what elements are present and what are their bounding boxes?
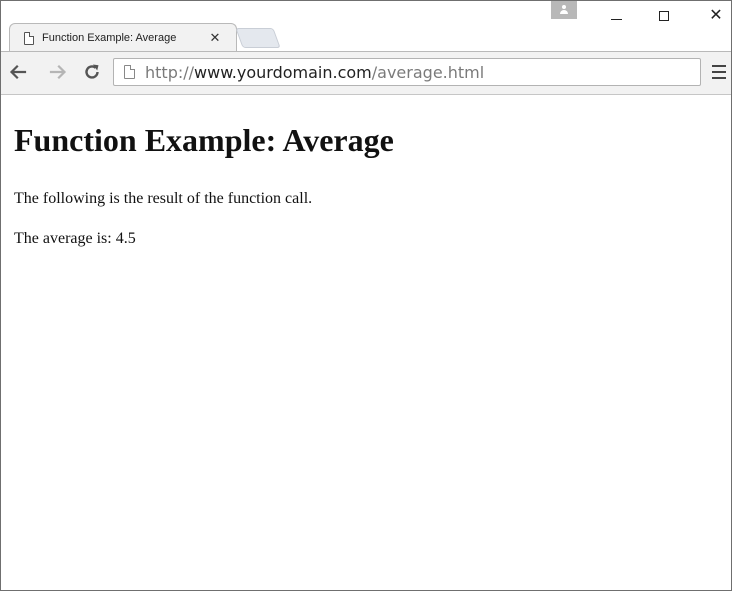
user-profile-icon[interactable] [551, 1, 577, 19]
url-text: http://www.yourdomain.com/average.html [145, 63, 484, 82]
intro-paragraph: The following is the result of the funct… [14, 190, 313, 207]
menu-bar-line [712, 77, 726, 79]
page-content: Function Example: Average The following … [1, 95, 731, 590]
back-button[interactable] [7, 60, 29, 84]
back-arrow-icon [9, 64, 27, 80]
tab-title: Function Example: Average [42, 32, 177, 44]
menu-bar-line [712, 65, 726, 67]
browser-window: Function Example: Average ✕ ✕ http://www… [0, 0, 732, 591]
hamburger-menu-icon[interactable] [712, 64, 726, 80]
url-host: www.yourdomain.com [194, 62, 372, 82]
browser-tab[interactable]: Function Example: Average ✕ [9, 23, 237, 51]
minimize-icon [610, 18, 622, 20]
page-icon [24, 31, 34, 45]
maximize-button[interactable] [649, 5, 679, 27]
forward-arrow-icon [49, 64, 67, 80]
close-icon: ✕ [709, 7, 723, 24]
minimize-button[interactable] [601, 5, 631, 27]
url-path: /average.html [371, 62, 485, 82]
reload-icon [85, 64, 99, 79]
tab-close-icon[interactable]: ✕ [208, 30, 222, 46]
forward-button[interactable] [47, 60, 69, 84]
tab-content: Function Example: Average ✕ [24, 29, 222, 47]
browser-toolbar: http://www.yourdomain.com/average.html [1, 51, 731, 95]
page-icon [124, 65, 135, 79]
address-bar[interactable]: http://www.yourdomain.com/average.html [113, 58, 701, 86]
new-tab-button[interactable] [235, 28, 281, 48]
maximize-icon [659, 11, 669, 21]
url-scheme: http:// [145, 62, 195, 82]
reload-button[interactable] [81, 60, 103, 84]
result-paragraph: The average is: 4.5 [14, 230, 136, 247]
close-window-button[interactable]: ✕ [701, 5, 731, 27]
menu-bar-line [712, 71, 726, 73]
page-heading: Function Example: Average [14, 122, 394, 158]
tab-strip: Function Example: Average ✕ ✕ [1, 1, 731, 51]
user-body-shape [560, 10, 568, 14]
user-head-shape [562, 5, 566, 9]
